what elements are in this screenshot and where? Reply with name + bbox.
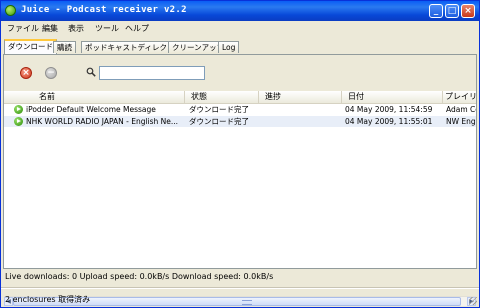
- play-icon[interactable]: [14, 105, 23, 114]
- menu-help[interactable]: ヘルプ: [125, 23, 149, 34]
- app-icon: [5, 5, 16, 16]
- title-bar[interactable]: Juice - Podcast receiver v2.2 _ □ ×: [1, 1, 479, 21]
- row-date: 04 May 2009, 11:55:01: [345, 117, 433, 126]
- row-playlist: NW Engl: [446, 117, 476, 126]
- row-progress: [264, 116, 342, 127]
- scroll-grip-icon: [242, 300, 252, 305]
- row-status: ダウンロード完了: [189, 105, 249, 114]
- maximize-button[interactable]: □: [445, 4, 459, 18]
- menu-bar: ファイル 編集 表示 ツール ヘルプ: [1, 21, 479, 35]
- enclosure-status: 2 enclosures 取得済み: [5, 295, 91, 304]
- play-icon[interactable]: [14, 117, 23, 126]
- menu-view[interactable]: 表示: [68, 23, 84, 34]
- row-playlist: Adam Co: [446, 105, 476, 114]
- close-button[interactable]: ×: [461, 4, 475, 18]
- stop-icon[interactable]: −: [45, 67, 57, 79]
- column-progress[interactable]: 進捗: [259, 91, 342, 103]
- menu-file[interactable]: ファイル: [7, 23, 39, 34]
- column-name[interactable]: 名前: [4, 91, 185, 103]
- status-divider: [1, 287, 479, 289]
- list-row[interactable]: iPodder Default Welcome Message ダウンロード完了…: [4, 104, 476, 115]
- column-status[interactable]: 状態: [185, 91, 259, 103]
- row-name: NHK WORLD RADIO JAPAN - English Ne...: [26, 117, 179, 126]
- tab-strip: ダウンロード 購読 ポッドキャストディレクトリ クリーンアップ Log: [1, 39, 479, 55]
- column-date[interactable]: 日付: [342, 91, 443, 103]
- toolbar: × −: [4, 55, 476, 91]
- minimize-button[interactable]: _: [429, 4, 443, 18]
- menu-edit[interactable]: 編集: [42, 23, 58, 34]
- search-input[interactable]: [99, 66, 205, 80]
- column-playlist[interactable]: プレイリ: [443, 91, 476, 103]
- window-title: Juice - Podcast receiver v2.2: [21, 5, 187, 15]
- row-date: 04 May 2009, 11:54:59: [345, 105, 433, 114]
- row-status: ダウンロード完了: [189, 117, 249, 126]
- tab-downloads[interactable]: ダウンロード: [4, 39, 57, 54]
- row-name: iPodder Default Welcome Message: [26, 105, 156, 114]
- search-icon: [86, 67, 96, 77]
- app-window: Juice - Podcast receiver v2.2 _ □ × ファイル…: [0, 0, 480, 308]
- list-row[interactable]: NHK WORLD RADIO JAPAN - English Ne... ダウ…: [4, 116, 476, 127]
- downloads-panel: × − 名前 状態 進捗 日付 プレイリ iPodder Default Wel…: [3, 54, 477, 306]
- menu-tools[interactable]: ツール: [95, 23, 119, 34]
- transfer-status: Live downloads: 0 Upload speed: 0.0kB/s …: [5, 272, 274, 281]
- tab-log[interactable]: Log: [218, 41, 240, 53]
- tab-subscriptions[interactable]: 購読: [53, 41, 76, 53]
- row-progress: [264, 104, 342, 115]
- list-header: 名前 状態 進捗 日付 プレイリ: [4, 91, 476, 104]
- cancel-icon[interactable]: ×: [20, 67, 32, 79]
- download-list: 名前 状態 進捗 日付 プレイリ iPodder Default Welcome…: [4, 91, 476, 306]
- resize-grip-icon[interactable]: [469, 297, 477, 305]
